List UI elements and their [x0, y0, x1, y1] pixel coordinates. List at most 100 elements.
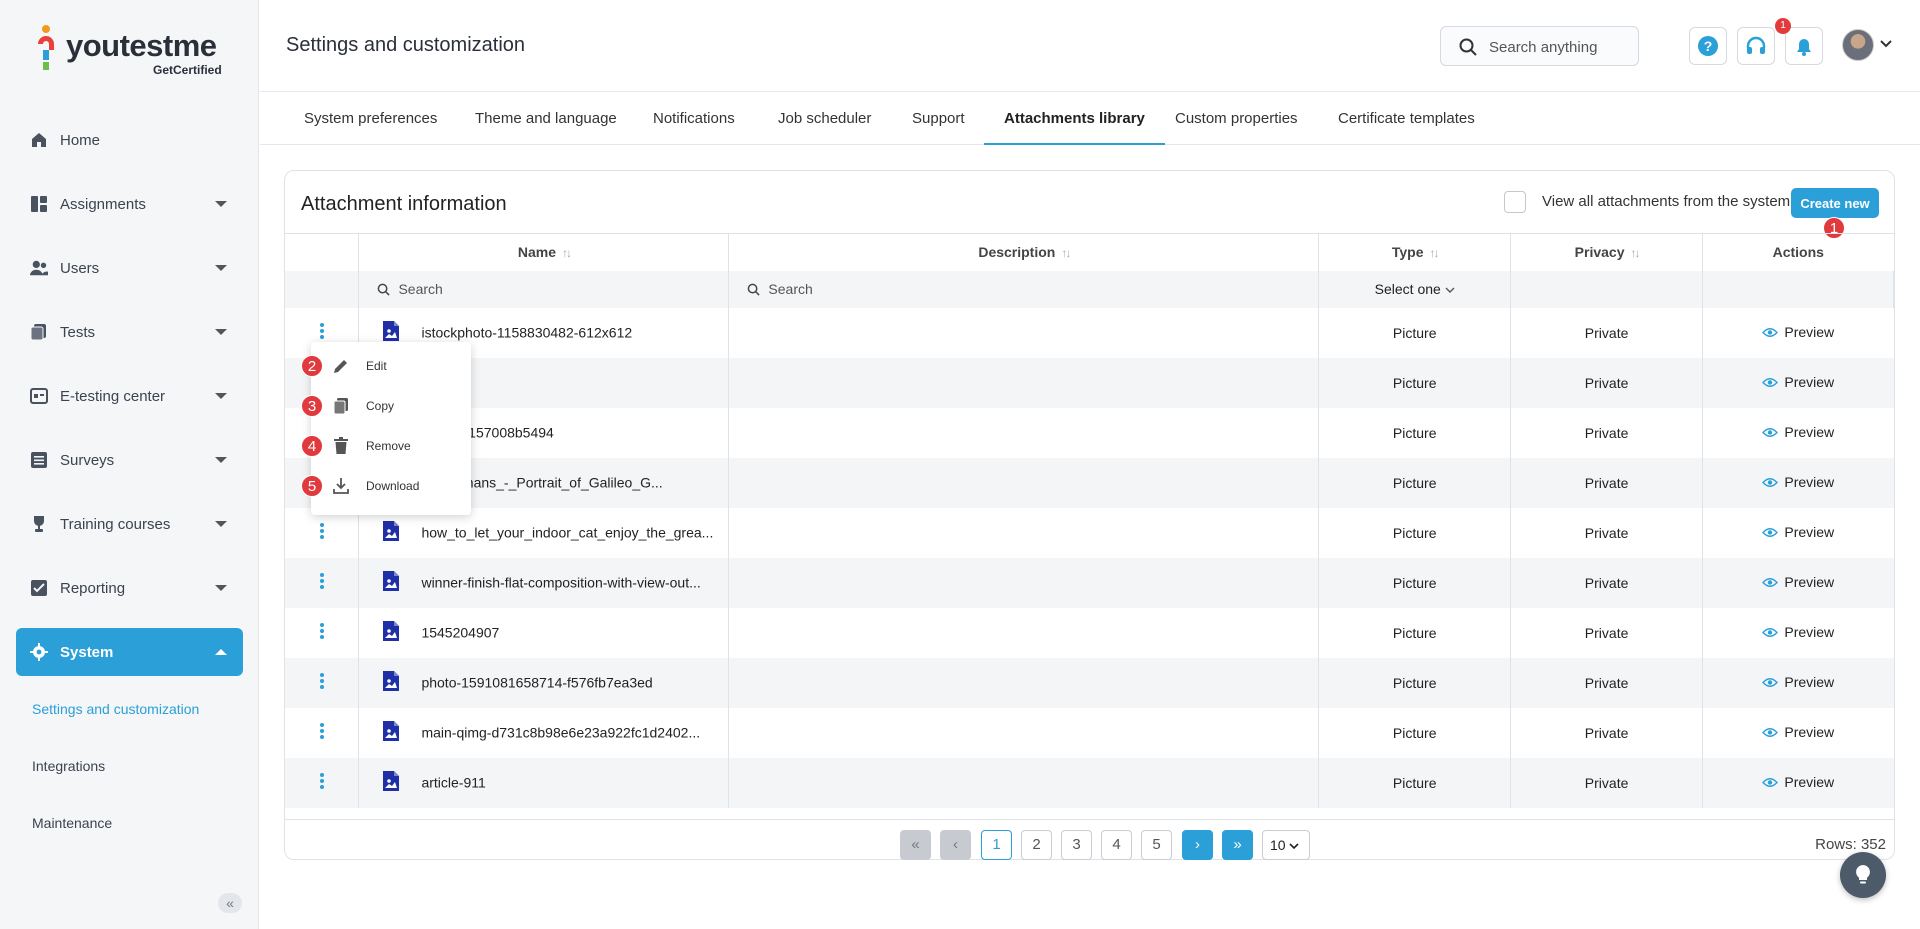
attachment-name: 1545204907: [421, 624, 500, 641]
sidebar: youtestme GetCertified Home Assignments …: [0, 0, 259, 929]
tab-job-scheduler[interactable]: Job scheduler: [778, 93, 871, 145]
collapse-sidebar-icon[interactable]: «: [218, 893, 242, 913]
sidebar-item-surveys[interactable]: Surveys: [16, 436, 243, 484]
preview-link[interactable]: Preview: [1703, 608, 1894, 658]
sidebar-item-label: Tests: [60, 323, 96, 341]
first-page-button[interactable]: «: [900, 830, 931, 860]
sidebar-item-label: Reporting: [60, 579, 126, 597]
sidebar-item-tests[interactable]: Tests: [16, 308, 243, 356]
row-menu-button[interactable]: [285, 507, 360, 558]
eye-icon: [1762, 475, 1779, 491]
file-image-icon: [381, 770, 401, 795]
row-menu-button[interactable]: [285, 757, 360, 808]
chevron-down-icon: [215, 329, 227, 335]
row-menu-button[interactable]: [285, 607, 360, 658]
sidebar-item-label: Assignments: [60, 195, 146, 213]
column-header-name[interactable]: Name ↑↓: [358, 233, 730, 271]
tab-notifications[interactable]: Notifications: [653, 93, 735, 145]
attachment-name: how_to_let_your_indoor_cat_enjoy_the_gre…: [421, 524, 714, 541]
table-row: 8713ba157008b5494 Picture Private Preview: [285, 407, 1894, 458]
tips-button[interactable]: [1840, 852, 1886, 898]
help-button[interactable]: ?: [1689, 27, 1727, 65]
page-button[interactable]: 2: [1021, 830, 1052, 860]
menu-item-download[interactable]: Download: [329, 471, 419, 501]
eye-icon: [1762, 625, 1779, 641]
next-page-button[interactable]: ›: [1182, 830, 1213, 860]
type-cell: Picture: [1318, 507, 1512, 558]
support-button[interactable]: [1737, 27, 1775, 65]
menu-item-label: Copy: [366, 399, 395, 413]
page-button[interactable]: 1: [981, 830, 1012, 860]
row-menu-button[interactable]: [285, 557, 360, 608]
column-header-privacy[interactable]: Privacy ↑↓: [1510, 233, 1704, 271]
sidebar-item-users[interactable]: Users: [16, 244, 243, 292]
subnav-item-integrations[interactable]: Integrations: [32, 749, 199, 806]
last-page-button[interactable]: »: [1222, 830, 1253, 860]
sidebar-item-home[interactable]: Home: [16, 116, 243, 164]
table-row: Sustermans_-_Portrait_of_Galileo_G... Pic…: [285, 457, 1894, 508]
preview-link[interactable]: Preview: [1703, 508, 1894, 558]
chevron-down-icon: [215, 393, 227, 399]
page-button[interactable]: 4: [1101, 830, 1132, 860]
tab-theme-and-language[interactable]: Theme and language: [475, 93, 617, 145]
eye-icon: [1762, 525, 1779, 541]
preview-link[interactable]: Preview: [1702, 657, 1894, 708]
tab-custom-properties[interactable]: Custom properties: [1175, 93, 1298, 145]
type-filter-select[interactable]: Select one: [1318, 270, 1512, 308]
eye-icon: [1762, 425, 1779, 441]
chevron-down-icon: [1445, 287, 1455, 293]
prev-page-button[interactable]: ‹: [940, 830, 971, 860]
name-cell: main-qimg-d731c8b98e6e23a922fc1d2402...: [358, 707, 730, 758]
row-menu-button[interactable]: [285, 657, 360, 708]
file-image-icon: [381, 520, 401, 545]
menu-item-remove[interactable]: Remove: [329, 431, 411, 461]
reporting-icon: [30, 579, 48, 597]
chevron-down-icon[interactable]: [1880, 40, 1892, 48]
column-header-type[interactable]: Type ↑↓: [1318, 233, 1512, 271]
rows-per-page-select[interactable]: 10: [1262, 830, 1310, 860]
tab-support[interactable]: Support: [912, 93, 965, 145]
subnav-item-maintenance[interactable]: Maintenance: [32, 806, 199, 863]
global-search[interactable]: [1440, 26, 1639, 66]
preview-link[interactable]: Preview: [1703, 708, 1894, 758]
sidebar-item-assignments[interactable]: Assignments: [16, 180, 243, 228]
menu-item-edit[interactable]: Edit: [329, 351, 387, 381]
avatar[interactable]: [1842, 29, 1874, 61]
sidebar-item-system[interactable]: System: [16, 628, 243, 676]
kebab-icon: [319, 573, 325, 593]
chevron-down-icon: [215, 265, 227, 271]
tab-certificate-templates[interactable]: Certificate templates: [1338, 93, 1475, 145]
attachments-card: Attachment information View all attachme…: [284, 170, 1895, 860]
preview-label: Preview: [1784, 323, 1835, 340]
page-button[interactable]: 5: [1141, 830, 1172, 860]
page-button[interactable]: 3: [1061, 830, 1092, 860]
column-header-description[interactable]: Description ↑↓: [728, 233, 1320, 271]
view-all-checkbox[interactable]: [1504, 191, 1526, 213]
preview-link[interactable]: Preview: [1702, 357, 1894, 408]
description-filter[interactable]: [728, 270, 1320, 308]
tab-attachments-library[interactable]: Attachments library: [984, 93, 1165, 145]
search-input[interactable]: [1489, 36, 1629, 58]
logo[interactable]: youtestme GetCertified: [30, 22, 230, 77]
preview-link[interactable]: Preview: [1703, 408, 1894, 458]
tab-system-preferences[interactable]: System preferences: [304, 93, 437, 145]
name-filter[interactable]: [358, 270, 730, 308]
sidebar-item-training-courses[interactable]: Training courses: [16, 500, 243, 548]
name-search-input[interactable]: [398, 281, 699, 297]
preview-link[interactable]: Preview: [1702, 757, 1894, 808]
description-search-input[interactable]: [768, 281, 1069, 297]
notifications-button[interactable]: [1785, 27, 1823, 65]
preview-link[interactable]: Preview: [1703, 308, 1894, 358]
create-new-button[interactable]: Create new: [1791, 188, 1879, 218]
preview-link[interactable]: Preview: [1702, 557, 1894, 608]
copy-icon: [329, 397, 353, 415]
menu-item-copy[interactable]: Copy: [329, 391, 394, 421]
preview-label: Preview: [1784, 423, 1835, 440]
eye-icon: [1762, 375, 1779, 391]
subnav-item-settings[interactable]: Settings and customization: [32, 692, 199, 749]
sidebar-item-e-testing-center[interactable]: E-testing center: [16, 372, 243, 420]
sidebar-item-reporting[interactable]: Reporting: [16, 564, 243, 612]
row-menu-button[interactable]: [285, 707, 360, 758]
preview-link[interactable]: Preview: [1702, 457, 1894, 508]
menu-item-label: Download: [366, 479, 420, 493]
